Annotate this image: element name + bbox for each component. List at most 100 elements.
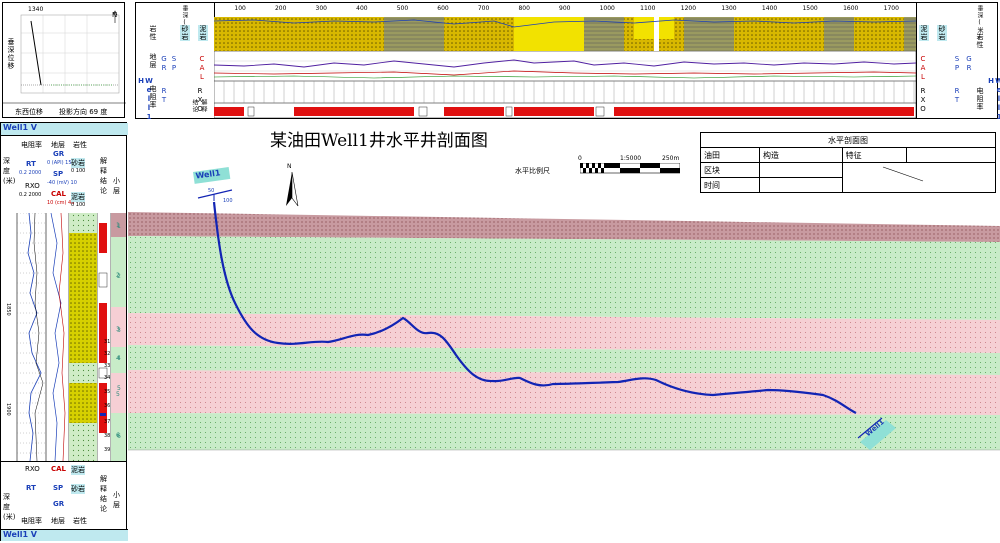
left-footer-formation: 地层 xyxy=(51,517,65,525)
left-well-name-top: Well1 V xyxy=(1,123,128,135)
left-curve-cal: CAL xyxy=(51,190,67,198)
scale-bar-length: 250m xyxy=(662,155,680,162)
left-footer-lithology: 岩性 xyxy=(73,517,87,525)
left-interp-number: 34 xyxy=(104,375,111,381)
top-x-tick-label: 1100 xyxy=(640,5,656,12)
info-cell-time-value xyxy=(759,177,843,193)
well-label-top-text: Well1 xyxy=(194,168,222,181)
left-depth-tick: 1900 xyxy=(5,403,11,416)
left-footer-gr: GR xyxy=(53,500,65,508)
top-lith-mud: 泥岩 xyxy=(198,25,208,41)
top-header-left: Well1 H 岩性 地层 电阻率 GR SP RT RXO 垂深(米) 砂岩 … xyxy=(136,3,215,122)
left-interp-number: 39 xyxy=(104,447,111,453)
well-label-top: Well1 xyxy=(193,166,231,184)
left-footer-sp: SP xyxy=(53,484,64,492)
top-right-curve-sp: SP xyxy=(953,55,961,73)
top-x-tick-label: 1500 xyxy=(802,5,818,12)
top-right-lith-sand: 砂岩 xyxy=(937,25,947,41)
top-right-well-name: Well1 H xyxy=(987,77,1000,122)
left-interp-number: 36 xyxy=(104,403,111,409)
projection-xlabel-right: 投影方向 69 度 xyxy=(59,108,108,116)
left-interp-number: 35 xyxy=(104,389,111,395)
top-right-row-resistivity: 电阻率 xyxy=(976,87,984,111)
top-x-tick-label: 400 xyxy=(356,5,368,12)
left-interp-number: 33 xyxy=(104,363,111,369)
left-col-depth: 深度(米) xyxy=(3,157,16,185)
top-x-tick-label: 700 xyxy=(477,5,490,12)
left-interp-number: 38 xyxy=(104,433,111,439)
left-well-name-bottom: Well1 V xyxy=(1,529,128,541)
left-lith-sand: 砂岩 xyxy=(71,158,85,168)
projection-plot xyxy=(3,10,126,104)
left-col-resistivity: 电阻率 xyxy=(21,141,42,149)
top-x-tick-label: 600 xyxy=(437,5,449,12)
left-footer-layer: 小层 xyxy=(113,491,120,509)
top-interp-band xyxy=(214,103,916,118)
left-interp-number: 37 xyxy=(104,419,111,425)
info-cell-block-value xyxy=(759,162,843,178)
left-footer-cal: CAL xyxy=(51,465,67,473)
top-right-curve-rxo: RXO xyxy=(919,87,927,114)
left-lith-mud: 泥岩 xyxy=(71,192,85,202)
top-lith-sand: 砂岩 xyxy=(180,25,190,41)
top-header-right: 泥岩 CAL 砂岩 SP GR RXO RT 垂深(米) 岩性 电阻率 Well… xyxy=(916,3,1000,122)
page-title: 某油田Well1井水平井剖面图 xyxy=(270,131,488,151)
top-right-lith-mud: 泥岩 xyxy=(919,25,929,41)
section-layer-label: 6 xyxy=(116,432,120,439)
left-header: 深度(米) 电阻率 RT 0.2 2000 RXO 0.2 2000 地层 GR… xyxy=(1,135,126,215)
top-curve-gr: GR xyxy=(160,55,168,73)
top-x-tick-label: 200 xyxy=(274,5,287,12)
left-curve-rt: RT xyxy=(26,160,36,168)
info-cell-structure: 构造 xyxy=(759,147,843,163)
top-x-tick-label: 900 xyxy=(559,5,571,12)
scale-bar-label: 水平比例尺 xyxy=(515,167,550,175)
top-right-curve-gr: GR xyxy=(965,55,973,73)
scale-bar-ratio: 1:5000 xyxy=(620,155,642,162)
scale-bar xyxy=(580,163,680,174)
top-x-tick-label: 300 xyxy=(315,5,327,12)
info-cell-empty xyxy=(906,147,996,163)
top-curve-rt: RT xyxy=(160,87,168,105)
top-resistivity-band xyxy=(214,81,916,103)
left-col-layer: 小层 xyxy=(113,177,120,195)
left-footer-rt: RT xyxy=(26,484,36,492)
top-curve-sp: SP xyxy=(170,55,178,73)
left-depth-tick: 1850 xyxy=(5,303,11,316)
top-x-tick-label: 500 xyxy=(396,5,409,12)
north-label: N xyxy=(287,163,292,170)
top-x-tick-label: 100 xyxy=(234,5,246,12)
top-right-curve-cal: CAL xyxy=(919,55,927,82)
top-x-tick-label: 1600 xyxy=(843,5,859,12)
left-interp-number: 32 xyxy=(104,351,111,357)
section-layer-label: 4 xyxy=(116,355,120,362)
top-row-lithology: 岩性 xyxy=(149,25,157,41)
left-footer-interp: 解释结论 xyxy=(100,475,107,513)
top-curve-cal: CAL xyxy=(198,55,206,82)
left-curve-sp: SP xyxy=(53,170,64,178)
projection-xlabel-left: 东西位移 xyxy=(15,108,43,116)
section-layer-label: 5 xyxy=(116,391,120,398)
top-x-tick-label: 1000 xyxy=(599,5,615,12)
top-x-axis: 100 200 300 400 500 600 700 800 900 1000 1100 1200 1… xyxy=(214,3,916,18)
left-col-lithology: 岩性 xyxy=(73,141,87,149)
left-curve-rxo: RXO xyxy=(25,182,40,190)
top-row-interp: 解释结论 xyxy=(191,99,207,113)
section-layer-label: 1 xyxy=(116,222,120,229)
info-table-header: 水平剖面图 xyxy=(700,132,996,148)
info-cell-feature: 特征 xyxy=(841,147,908,163)
projection-panel: 垂深位移 1340 N 东西位移 投影方向 69 度 xyxy=(2,2,126,118)
scale-bar-zero: 0 xyxy=(578,155,582,162)
top-row-resistivity: 电阻率 xyxy=(149,85,157,109)
top-lithology-band xyxy=(214,17,916,51)
left-footer-rxo: RXO xyxy=(25,465,40,473)
info-cell-feature-box xyxy=(841,162,997,193)
top-x-tick-label: 1200 xyxy=(680,5,697,12)
top-row-formation: 地层 xyxy=(149,53,157,69)
left-footer-mud: 泥岩 xyxy=(71,465,85,475)
top-x-tick-label: 800 xyxy=(518,5,530,12)
left-footer-sand: 砂岩 xyxy=(71,484,85,494)
left-range-pct-2: 0 100 xyxy=(71,202,86,208)
info-cell-block: 区块 xyxy=(700,162,760,178)
left-log-panel: Well1 V 深度(米) 电阻率 RT 0.2 2000 RXO 0.2 20… xyxy=(0,122,128,541)
left-footer-depth: 深度(米) xyxy=(3,493,16,521)
